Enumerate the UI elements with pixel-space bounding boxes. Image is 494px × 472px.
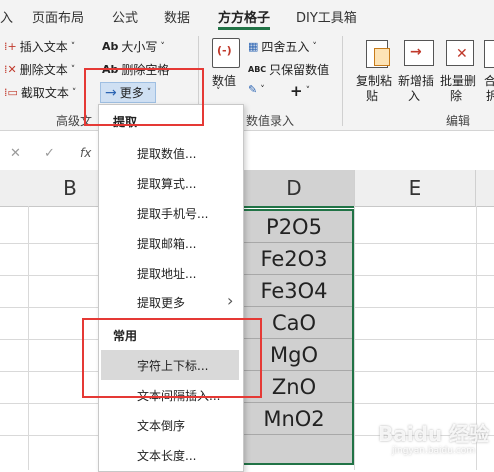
tab-diy-toolbox[interactable]: DIY工具箱 [296, 7, 357, 26]
numeric-button[interactable]: (-) [212, 38, 240, 68]
menu-item-text-reverse[interactable]: 文本倒序 [137, 417, 185, 434]
menu-item-extract-address[interactable]: 提取地址... [137, 265, 196, 282]
chevron-down-icon: ˅ [260, 85, 265, 95]
new-insert-button[interactable]: → [404, 38, 434, 68]
merge-button-partial[interactable] [484, 40, 494, 68]
menu-item-extract-number[interactable]: 提取数值... [137, 145, 196, 162]
case-icon: Ab [102, 40, 119, 53]
grid-icon: ▦ [248, 39, 259, 53]
column-header-d[interactable]: D [234, 170, 355, 208]
delete-text-icon: ⁞✕ [4, 62, 17, 76]
abc-icon: ABC [248, 65, 267, 74]
tab-data[interactable]: 数据 [164, 7, 190, 26]
delete-text-button[interactable]: ⁞✕ 删除文本 ˅ [4, 61, 75, 78]
tab-fangfanggezi[interactable]: 方方格子 [218, 7, 270, 26]
column-header-f-partial[interactable] [476, 170, 494, 207]
insert-arrow-icon: → [410, 44, 422, 60]
column-header-blank [0, 170, 29, 207]
paste-sheet-icon [374, 48, 390, 66]
menu-item-extract-phone[interactable]: 提取手机号... [137, 205, 208, 222]
delete-text-label: 删除文本 [19, 63, 68, 77]
cut-text-button[interactable]: ⁞▭ 截取文本 ˅ [4, 84, 76, 101]
annotation-box-superscript [82, 318, 262, 398]
keep-numeric-button[interactable]: ABC 只保留数值 [248, 61, 329, 78]
batch-delete-button[interactable]: ✕ [446, 38, 476, 68]
ribbon-tab-bar: 入 页面布局 公式 数据 方方格子 DIY工具箱 [0, 0, 494, 30]
batch-delete-label-2: 除 [450, 89, 463, 103]
cancel-icon[interactable]: ✕ [10, 146, 21, 161]
ribbon-divider [342, 36, 343, 126]
cut-text-icon: ⁞▭ [4, 85, 18, 99]
watermark-logo: Baidu 经验 [378, 422, 490, 446]
menu-item-extract-email[interactable]: 提取邮箱... [137, 235, 196, 252]
gridline-v [354, 206, 355, 470]
insert-text-icon: ⁞+ [4, 39, 17, 53]
case-button[interactable]: Ab 大小写 ˅ [102, 38, 165, 55]
tab-insert-partial[interactable]: 入 [0, 7, 13, 26]
insert-text-button[interactable]: ⁞+ 插入文本 ˅ [4, 38, 75, 55]
cut-text-label: 截取文本 [20, 86, 69, 100]
keep-numeric-label: 只保留数值 [269, 63, 330, 77]
edit-icon-button[interactable]: ✎ ˅ [248, 84, 265, 96]
gridline-v [28, 206, 29, 470]
column-header-e[interactable]: E [355, 170, 476, 207]
watermark-url: jingyan.baidu.com [392, 446, 476, 456]
submenu-arrow-icon: › [227, 291, 234, 310]
copy-paste-button[interactable] [362, 38, 390, 68]
fx-icon[interactable]: fx [80, 146, 91, 160]
annotation-box-more [84, 68, 204, 126]
chevron-down-icon: ˅ [216, 87, 221, 97]
chevron-down-icon: ˅ [70, 41, 76, 52]
merge-label-2: 拆 [486, 89, 494, 103]
plus-button[interactable]: + ˅ [290, 82, 310, 100]
menu-item-text-length[interactable]: 文本长度... [137, 447, 196, 464]
insert-text-label: 插入文本 [19, 40, 68, 54]
enter-icon[interactable]: ✓ [44, 146, 55, 161]
numeric-icon: (-) [217, 44, 232, 57]
formula-bar: ✕ ✓ fx [0, 140, 494, 169]
menu-item-extract-more[interactable]: 提取更多 [137, 294, 185, 311]
chevron-down-icon: ˅ [312, 41, 317, 52]
group-label-edit: 编辑 [446, 114, 471, 128]
new-insert-label-2: 入 [408, 89, 421, 103]
chevron-down-icon: ˅ [70, 64, 76, 75]
round-button[interactable]: ▦ 四舍五入 ˅ [248, 38, 317, 55]
menu-item-extract-formula[interactable]: 提取算式... [137, 175, 196, 192]
chevron-down-icon: ˅ [305, 86, 311, 96]
plus-icon: + [290, 82, 303, 100]
tab-formulas[interactable]: 公式 [112, 7, 138, 26]
round-label: 四舍五入 [261, 40, 310, 54]
tab-page-layout[interactable]: 页面布局 [32, 7, 84, 26]
copy-paste-label-2: 贴 [366, 89, 379, 103]
group-label-numeric-entry: 数值录入 [246, 114, 295, 128]
delete-x-icon: ✕ [456, 46, 468, 62]
chevron-down-icon: ˅ [160, 41, 165, 52]
edit-icon: ✎ [248, 83, 258, 96]
chevron-down-icon: ˅ [71, 87, 77, 98]
case-label: 大小写 [121, 40, 158, 54]
more-dropdown-menu: 提取 提取数值... 提取算式... 提取手机号... 提取邮箱... 提取地址… [98, 104, 244, 472]
